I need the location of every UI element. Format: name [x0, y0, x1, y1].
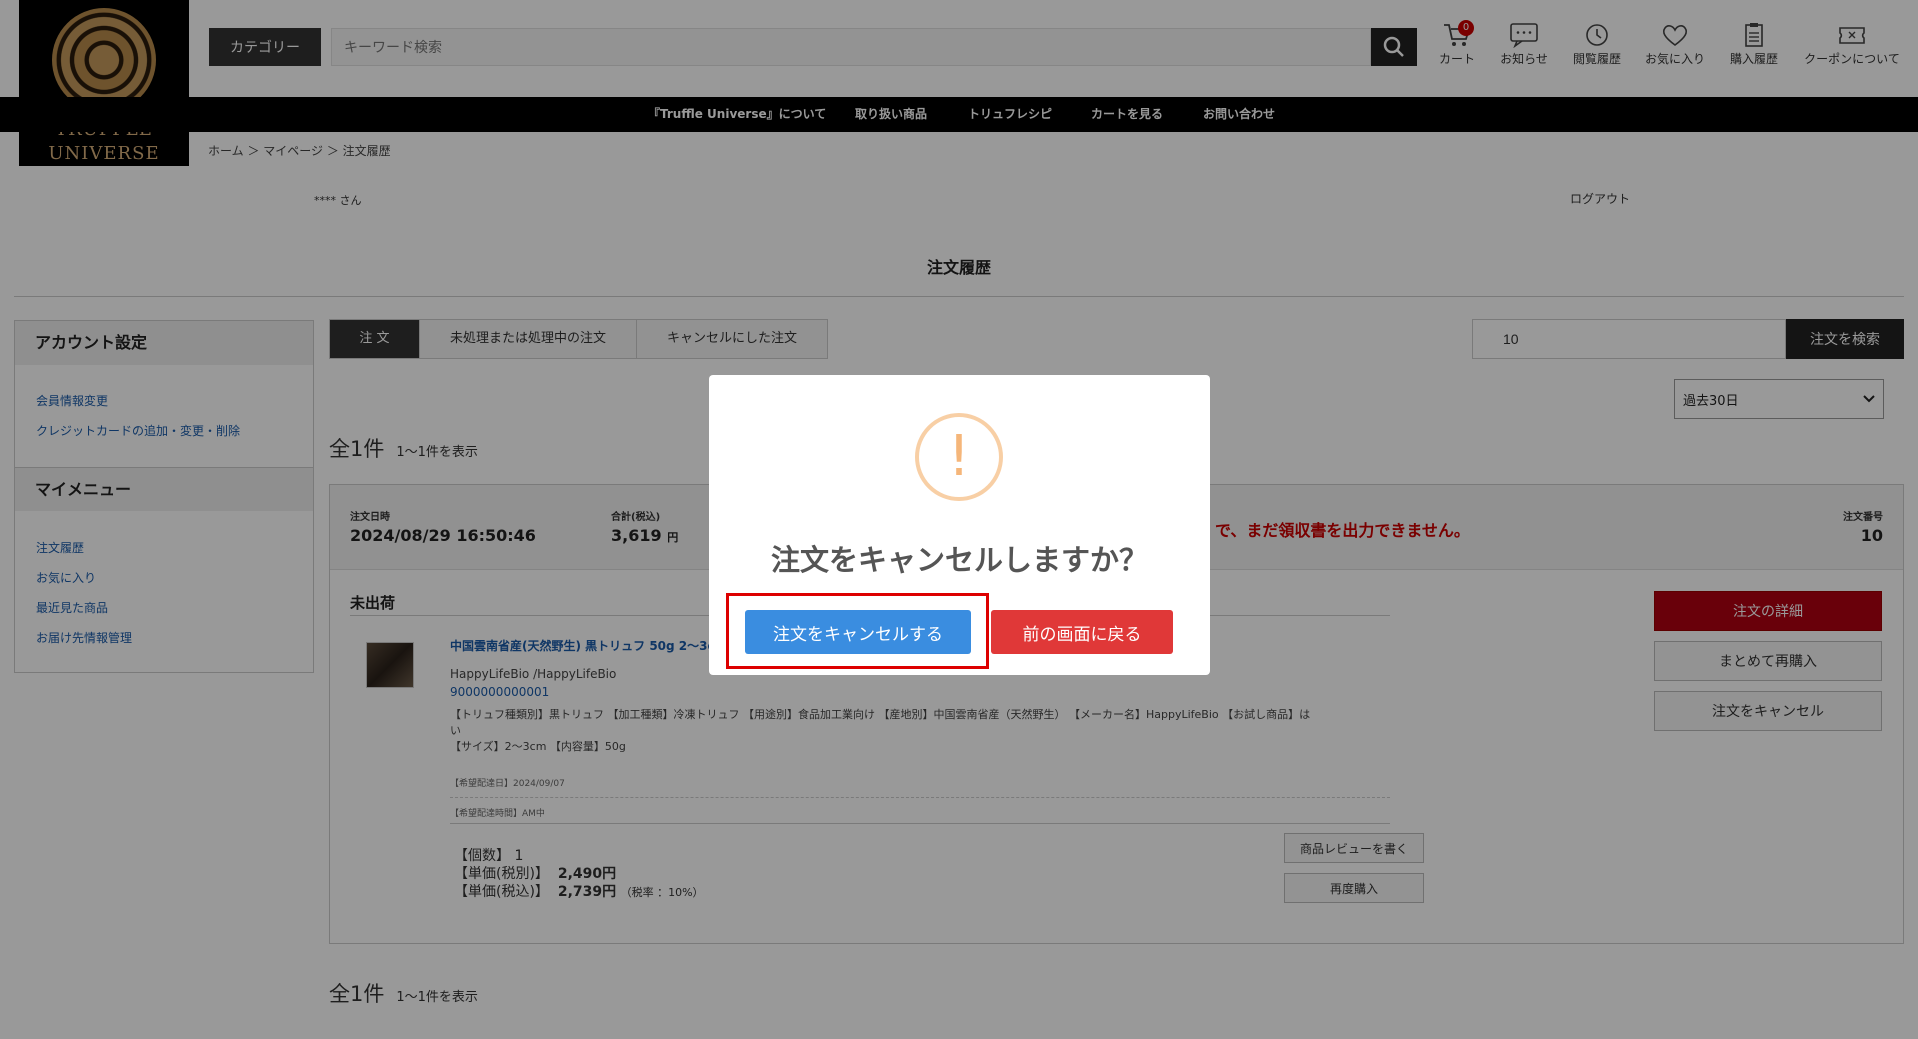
back-button[interactable]: 前の画面に戻る [991, 610, 1173, 654]
dialog-title: 注文をキャンセルしますか？ [770, 543, 1148, 577]
warning-icon: ! [915, 413, 1003, 501]
confirm-cancel-button[interactable]: 注文をキャンセルする [745, 610, 971, 654]
cancel-confirm-dialog: ! 注文をキャンセルしますか？ 注文をキャンセルする 前の画面に戻る [709, 375, 1210, 675]
